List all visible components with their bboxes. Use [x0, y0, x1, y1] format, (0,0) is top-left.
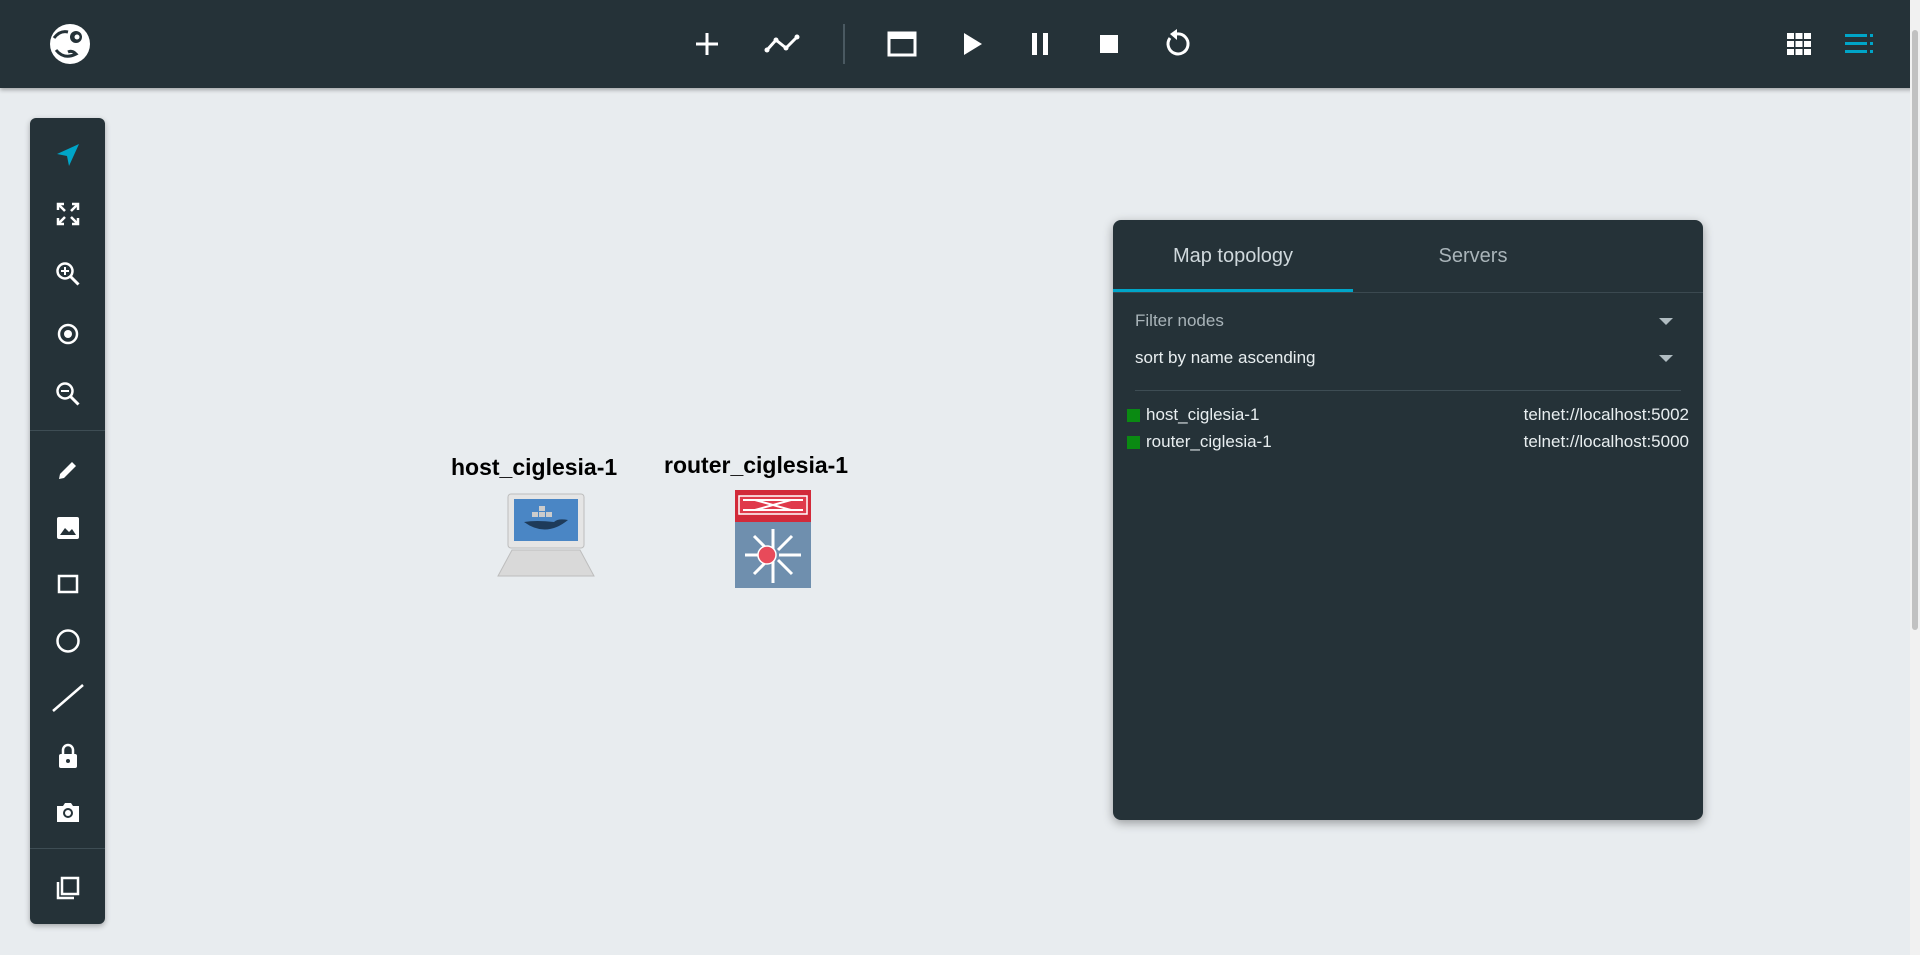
screenshot-button[interactable] — [30, 790, 105, 834]
add-ellipse-button[interactable] — [30, 619, 105, 663]
vertical-scrollbar[interactable] — [1910, 0, 1920, 955]
filter-nodes-select[interactable]: Filter nodes — [1135, 304, 1681, 338]
zoom-out-button[interactable] — [30, 372, 105, 416]
active-tab-indicator — [1113, 289, 1353, 292]
panel-divider — [1135, 390, 1681, 391]
scrollbar-thumb[interactable] — [1912, 30, 1918, 630]
chameleon-logo-icon[interactable] — [46, 20, 94, 68]
tools-divider — [30, 430, 105, 431]
play-icon — [964, 33, 982, 55]
list-icon — [1845, 34, 1873, 53]
sort-value: sort by name ascending — [1135, 348, 1316, 367]
topology-summary-button[interactable] — [1840, 24, 1880, 64]
sort-select[interactable]: sort by name ascending — [1135, 341, 1681, 375]
router-node-icon[interactable] — [733, 488, 813, 595]
grid-layout-button[interactable] — [1779, 24, 1819, 64]
lock-button[interactable] — [30, 734, 105, 778]
line-icon — [51, 684, 84, 712]
add-line-button[interactable] — [30, 676, 105, 720]
top-toolbar — [0, 0, 1920, 88]
node-name: host_ciglesia-1 — [1146, 405, 1260, 424]
fit-to-screen-button[interactable] — [30, 192, 105, 236]
toolbar-divider — [843, 24, 845, 64]
status-started-icon — [1127, 435, 1140, 449]
layers-button[interactable] — [30, 866, 105, 910]
docker-host-node-icon[interactable] — [496, 490, 596, 585]
zoom-in-button[interactable] — [30, 252, 105, 296]
add-link-button[interactable] — [762, 24, 802, 64]
draw-button[interactable] — [30, 448, 105, 492]
reset-zoom-icon — [57, 323, 78, 345]
tab-servers[interactable]: Servers — [1353, 220, 1593, 292]
console-window-icon — [887, 31, 917, 57]
rectangle-icon — [57, 574, 78, 594]
start-all-button[interactable] — [952, 24, 992, 64]
draw-pencil-icon — [58, 462, 76, 479]
reset-zoom-button[interactable] — [30, 312, 105, 356]
console-address[interactable]: telnet://localhost:5002 — [1524, 405, 1689, 425]
node-name: router_ciglesia-1 — [1146, 432, 1272, 451]
stop-icon — [1100, 35, 1118, 53]
fit-screen-icon — [56, 202, 79, 226]
link-icon — [764, 34, 800, 53]
filter-nodes-placeholder: Filter nodes — [1135, 311, 1224, 330]
console-all-button[interactable] — [882, 24, 922, 64]
reload-icon — [1166, 29, 1190, 56]
add-image-icon — [56, 517, 79, 539]
console-address[interactable]: telnet://localhost:5000 — [1524, 432, 1689, 452]
status-started-icon — [1127, 408, 1140, 422]
reload-all-button[interactable] — [1157, 24, 1197, 64]
tab-map-topology[interactable]: Map topology — [1113, 220, 1353, 292]
chevron-down-icon — [1659, 318, 1673, 325]
list-item[interactable]: host_ciglesia-1 telnet://localhost:5002 — [1127, 402, 1689, 428]
add-node-button[interactable] — [687, 24, 727, 64]
ellipse-icon — [55, 629, 80, 653]
chevron-down-icon — [1659, 355, 1673, 362]
zoom-in-icon — [55, 262, 80, 286]
node-label-host[interactable]: host_ciglesia-1 — [451, 454, 617, 481]
select-pointer-icon — [56, 144, 79, 166]
select-tool-button[interactable] — [30, 133, 105, 177]
pause-icon — [1032, 33, 1048, 55]
node-label-router[interactable]: router_ciglesia-1 — [664, 452, 848, 479]
stop-all-button[interactable] — [1089, 24, 1129, 64]
tools-divider — [30, 848, 105, 849]
layers-icon — [56, 876, 79, 900]
topology-tabs: Map topology Servers — [1113, 220, 1703, 293]
zoom-out-icon — [55, 382, 80, 406]
lock-icon — [58, 743, 77, 768]
screenshot-camera-icon — [56, 803, 79, 822]
list-item[interactable]: router_ciglesia-1 telnet://localhost:500… — [1127, 429, 1689, 455]
tools-panel — [30, 118, 105, 924]
grid-icon — [1787, 33, 1811, 55]
topology-summary-panel: Map topology Servers Filter nodes sort b… — [1113, 220, 1703, 820]
suspend-all-button[interactable] — [1020, 24, 1060, 64]
add-image-button[interactable] — [30, 506, 105, 550]
add-rectangle-button[interactable] — [30, 562, 105, 606]
add-icon — [696, 33, 718, 55]
